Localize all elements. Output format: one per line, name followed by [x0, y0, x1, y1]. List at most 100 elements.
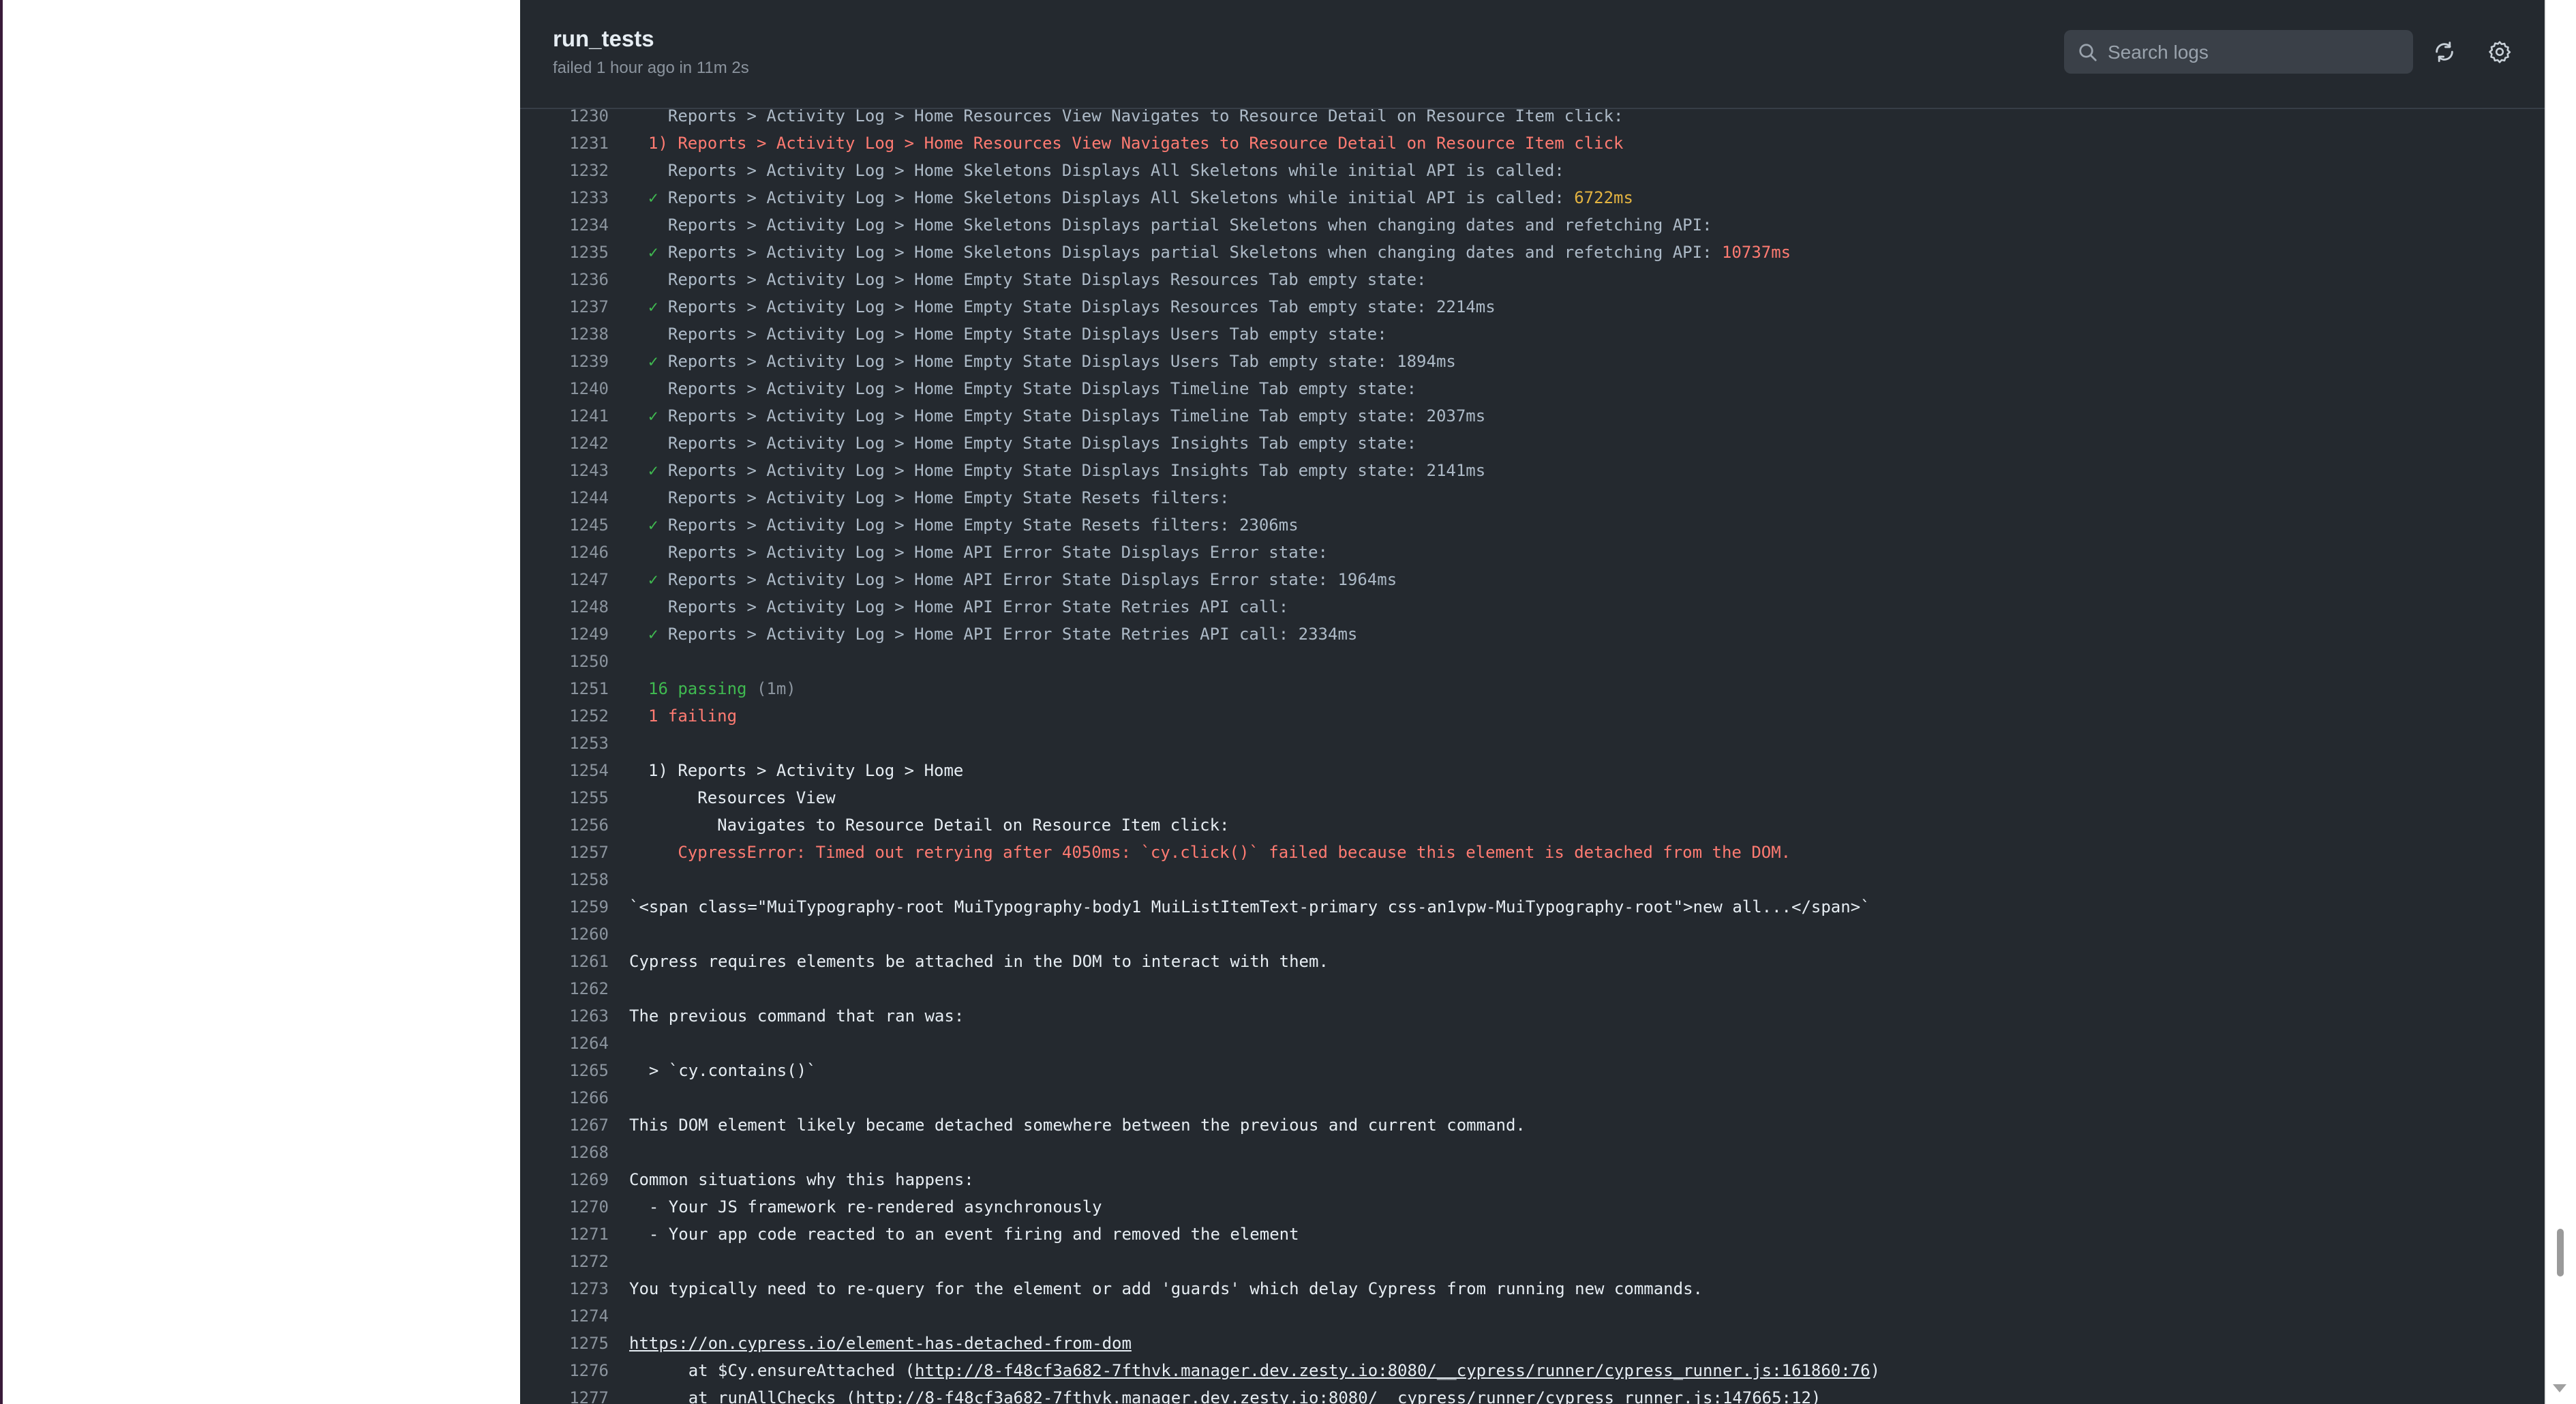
log-text: 6722ms — [1574, 188, 1633, 207]
log-line: 1261 Cypress requires elements be attache… — [520, 948, 2545, 975]
log-link[interactable]: http://8-f48cf3a682-7fthvk.manager.dev.z… — [915, 1361, 1870, 1380]
line-number[interactable]: 1247 — [520, 566, 609, 593]
log-text: Reports > Activity Log > Home Empty Stat… — [648, 270, 1427, 289]
line-number[interactable]: 1260 — [520, 921, 609, 948]
log-text: CypressError: Timed out retrying after 4… — [648, 843, 1791, 862]
line-text: ✓ Reports > Activity Log > Home Skeleton… — [648, 184, 1633, 211]
line-number[interactable]: 1276 — [520, 1357, 609, 1384]
settings-button[interactable] — [2486, 38, 2513, 65]
line-text: at runAllChecks (http://8-f48cf3a682-7ft… — [629, 1384, 1821, 1404]
log-text: (1m) — [756, 679, 796, 698]
line-number[interactable]: 1248 — [520, 593, 609, 621]
gear-icon — [2489, 41, 2511, 63]
log-line: 1277 at runAllChecks (http://8-f48cf3a68… — [520, 1384, 2545, 1404]
log-line: 1253 — [520, 730, 2545, 757]
log-text: Reports > Activity Log > Home Empty Stat… — [648, 434, 1417, 453]
line-number[interactable]: 1239 — [520, 348, 609, 375]
line-number[interactable]: 1270 — [520, 1193, 609, 1221]
line-number[interactable]: 1263 — [520, 1002, 609, 1030]
line-text: You typically need to re-query for the e… — [629, 1275, 1703, 1302]
log-line: 1244 Reports > Activity Log > Home Empty… — [520, 484, 2545, 511]
log-line: 1238 Reports > Activity Log > Home Empty… — [520, 320, 2545, 348]
line-number[interactable]: 1277 — [520, 1384, 609, 1404]
scrollbar[interactable] — [2545, 0, 2576, 1404]
line-number[interactable]: 1266 — [520, 1084, 609, 1111]
line-number[interactable]: 1244 — [520, 484, 609, 511]
line-text: ✓ Reports > Activity Log > Home API Erro… — [648, 621, 1357, 648]
scroll-down-arrow-icon[interactable] — [2553, 1384, 2566, 1392]
search-box[interactable] — [2064, 30, 2413, 75]
line-number[interactable]: 1251 — [520, 675, 609, 702]
line-number[interactable]: 1257 — [520, 839, 609, 866]
line-number[interactable]: 1269 — [520, 1166, 609, 1193]
line-number[interactable]: 1275 — [520, 1330, 609, 1357]
search-input[interactable] — [2106, 30, 2402, 75]
log-panel: run_tests failed 1 hour ago in 11m 2s Se… — [520, 0, 2545, 1404]
line-number[interactable]: 1273 — [520, 1275, 609, 1302]
line-text: - Your JS framework re-rendered asynchro… — [629, 1193, 1102, 1221]
log-line: 1273 You typically need to re-query for t… — [520, 1275, 2545, 1302]
log-text: Reports > Activity Log > Home Empty Stat… — [648, 488, 1230, 507]
line-number[interactable]: 1261 — [520, 948, 609, 975]
line-number[interactable]: 1265 — [520, 1057, 609, 1084]
line-number[interactable]: 1274 — [520, 1302, 609, 1330]
log-text: ✓ — [648, 570, 668, 589]
left-pane — [0, 0, 520, 1404]
log-text: ✓ — [648, 625, 668, 644]
line-number[interactable]: 1254 — [520, 757, 609, 784]
log-line: 1271 - Your app code reacted to an event… — [520, 1221, 2545, 1248]
line-number[interactable]: 1252 — [520, 702, 609, 730]
line-number[interactable]: 1264 — [520, 1030, 609, 1057]
line-number[interactable]: 1258 — [520, 866, 609, 893]
line-text: This DOM element likely became detached … — [629, 1111, 1526, 1139]
line-text: Reports > Activity Log > Home API Error … — [648, 593, 1288, 621]
line-number[interactable]: 1232 — [520, 157, 609, 184]
line-number[interactable]: 1249 — [520, 621, 609, 648]
log-text: Reports > Activity Log > Home API Error … — [648, 597, 1289, 616]
log-text: `<span class="MuiTypography-root MuiTypo… — [629, 897, 1870, 916]
log-line: 1276 at $Cy.ensureAttached (http://8-f48… — [520, 1357, 2545, 1384]
log-line: 1260 — [520, 921, 2545, 948]
log-line: 1240 Reports > Activity Log > Home Empty… — [520, 375, 2545, 402]
line-number[interactable]: 1250 — [520, 648, 609, 675]
log-line: 1266 — [520, 1084, 2545, 1111]
line-number[interactable]: 1271 — [520, 1221, 609, 1248]
line-number[interactable]: 1268 — [520, 1139, 609, 1166]
line-number[interactable]: 1243 — [520, 457, 609, 484]
log-text: at runAllChecks (http://8-f48cf3a682-7ft… — [629, 1388, 1821, 1404]
line-number[interactable]: 1272 — [520, 1248, 609, 1275]
line-number[interactable]: 1237 — [520, 293, 609, 320]
line-number[interactable]: 1267 — [520, 1111, 609, 1139]
line-number[interactable]: 1238 — [520, 320, 609, 348]
log-line: 1268 — [520, 1139, 2545, 1166]
log-text: - Your JS framework re-rendered asynchro… — [629, 1197, 1102, 1216]
line-number[interactable]: 1246 — [520, 539, 609, 566]
line-number[interactable]: 1241 — [520, 402, 609, 430]
line-text: Cypress requires elements be attached in… — [629, 948, 1329, 975]
line-number[interactable]: 1233 — [520, 184, 609, 211]
line-number[interactable]: 1262 — [520, 975, 609, 1002]
line-number[interactable]: 1236 — [520, 266, 609, 293]
refresh-button[interactable] — [2431, 38, 2458, 65]
line-number[interactable]: 1245 — [520, 511, 609, 539]
log-line: 1264 — [520, 1030, 2545, 1057]
scrollbar-thumb[interactable] — [2557, 1229, 2564, 1276]
log-line: 1248 Reports > Activity Log > Home API E… — [520, 593, 2545, 621]
log-line: 1247 ✓ Reports > Activity Log > Home API … — [520, 566, 2545, 593]
log-text: Reports > Activity Log > Home API Error … — [667, 570, 1397, 589]
log-line: 1235 ✓ Reports > Activity Log > Home Skel… — [520, 239, 2545, 266]
log-line: 1274 — [520, 1302, 2545, 1330]
line-number[interactable]: 1259 — [520, 893, 609, 921]
line-text: `<span class="MuiTypography-root MuiTypo… — [629, 893, 1870, 921]
log-text: Reports > Activity Log > Home API Error … — [667, 625, 1358, 644]
line-number[interactable]: 1255 — [520, 784, 609, 811]
line-number[interactable]: 1242 — [520, 430, 609, 457]
log-link[interactable]: https://on.cypress.io/element-has-detach… — [629, 1334, 1132, 1353]
log-line: 1237 ✓ Reports > Activity Log > Home Empt… — [520, 293, 2545, 320]
line-number[interactable]: 1256 — [520, 811, 609, 839]
line-number[interactable]: 1235 — [520, 239, 609, 266]
line-number[interactable]: 1240 — [520, 375, 609, 402]
line-number[interactable]: 1231 — [520, 130, 609, 157]
line-number[interactable]: 1234 — [520, 211, 609, 239]
line-number[interactable]: 1253 — [520, 730, 609, 757]
